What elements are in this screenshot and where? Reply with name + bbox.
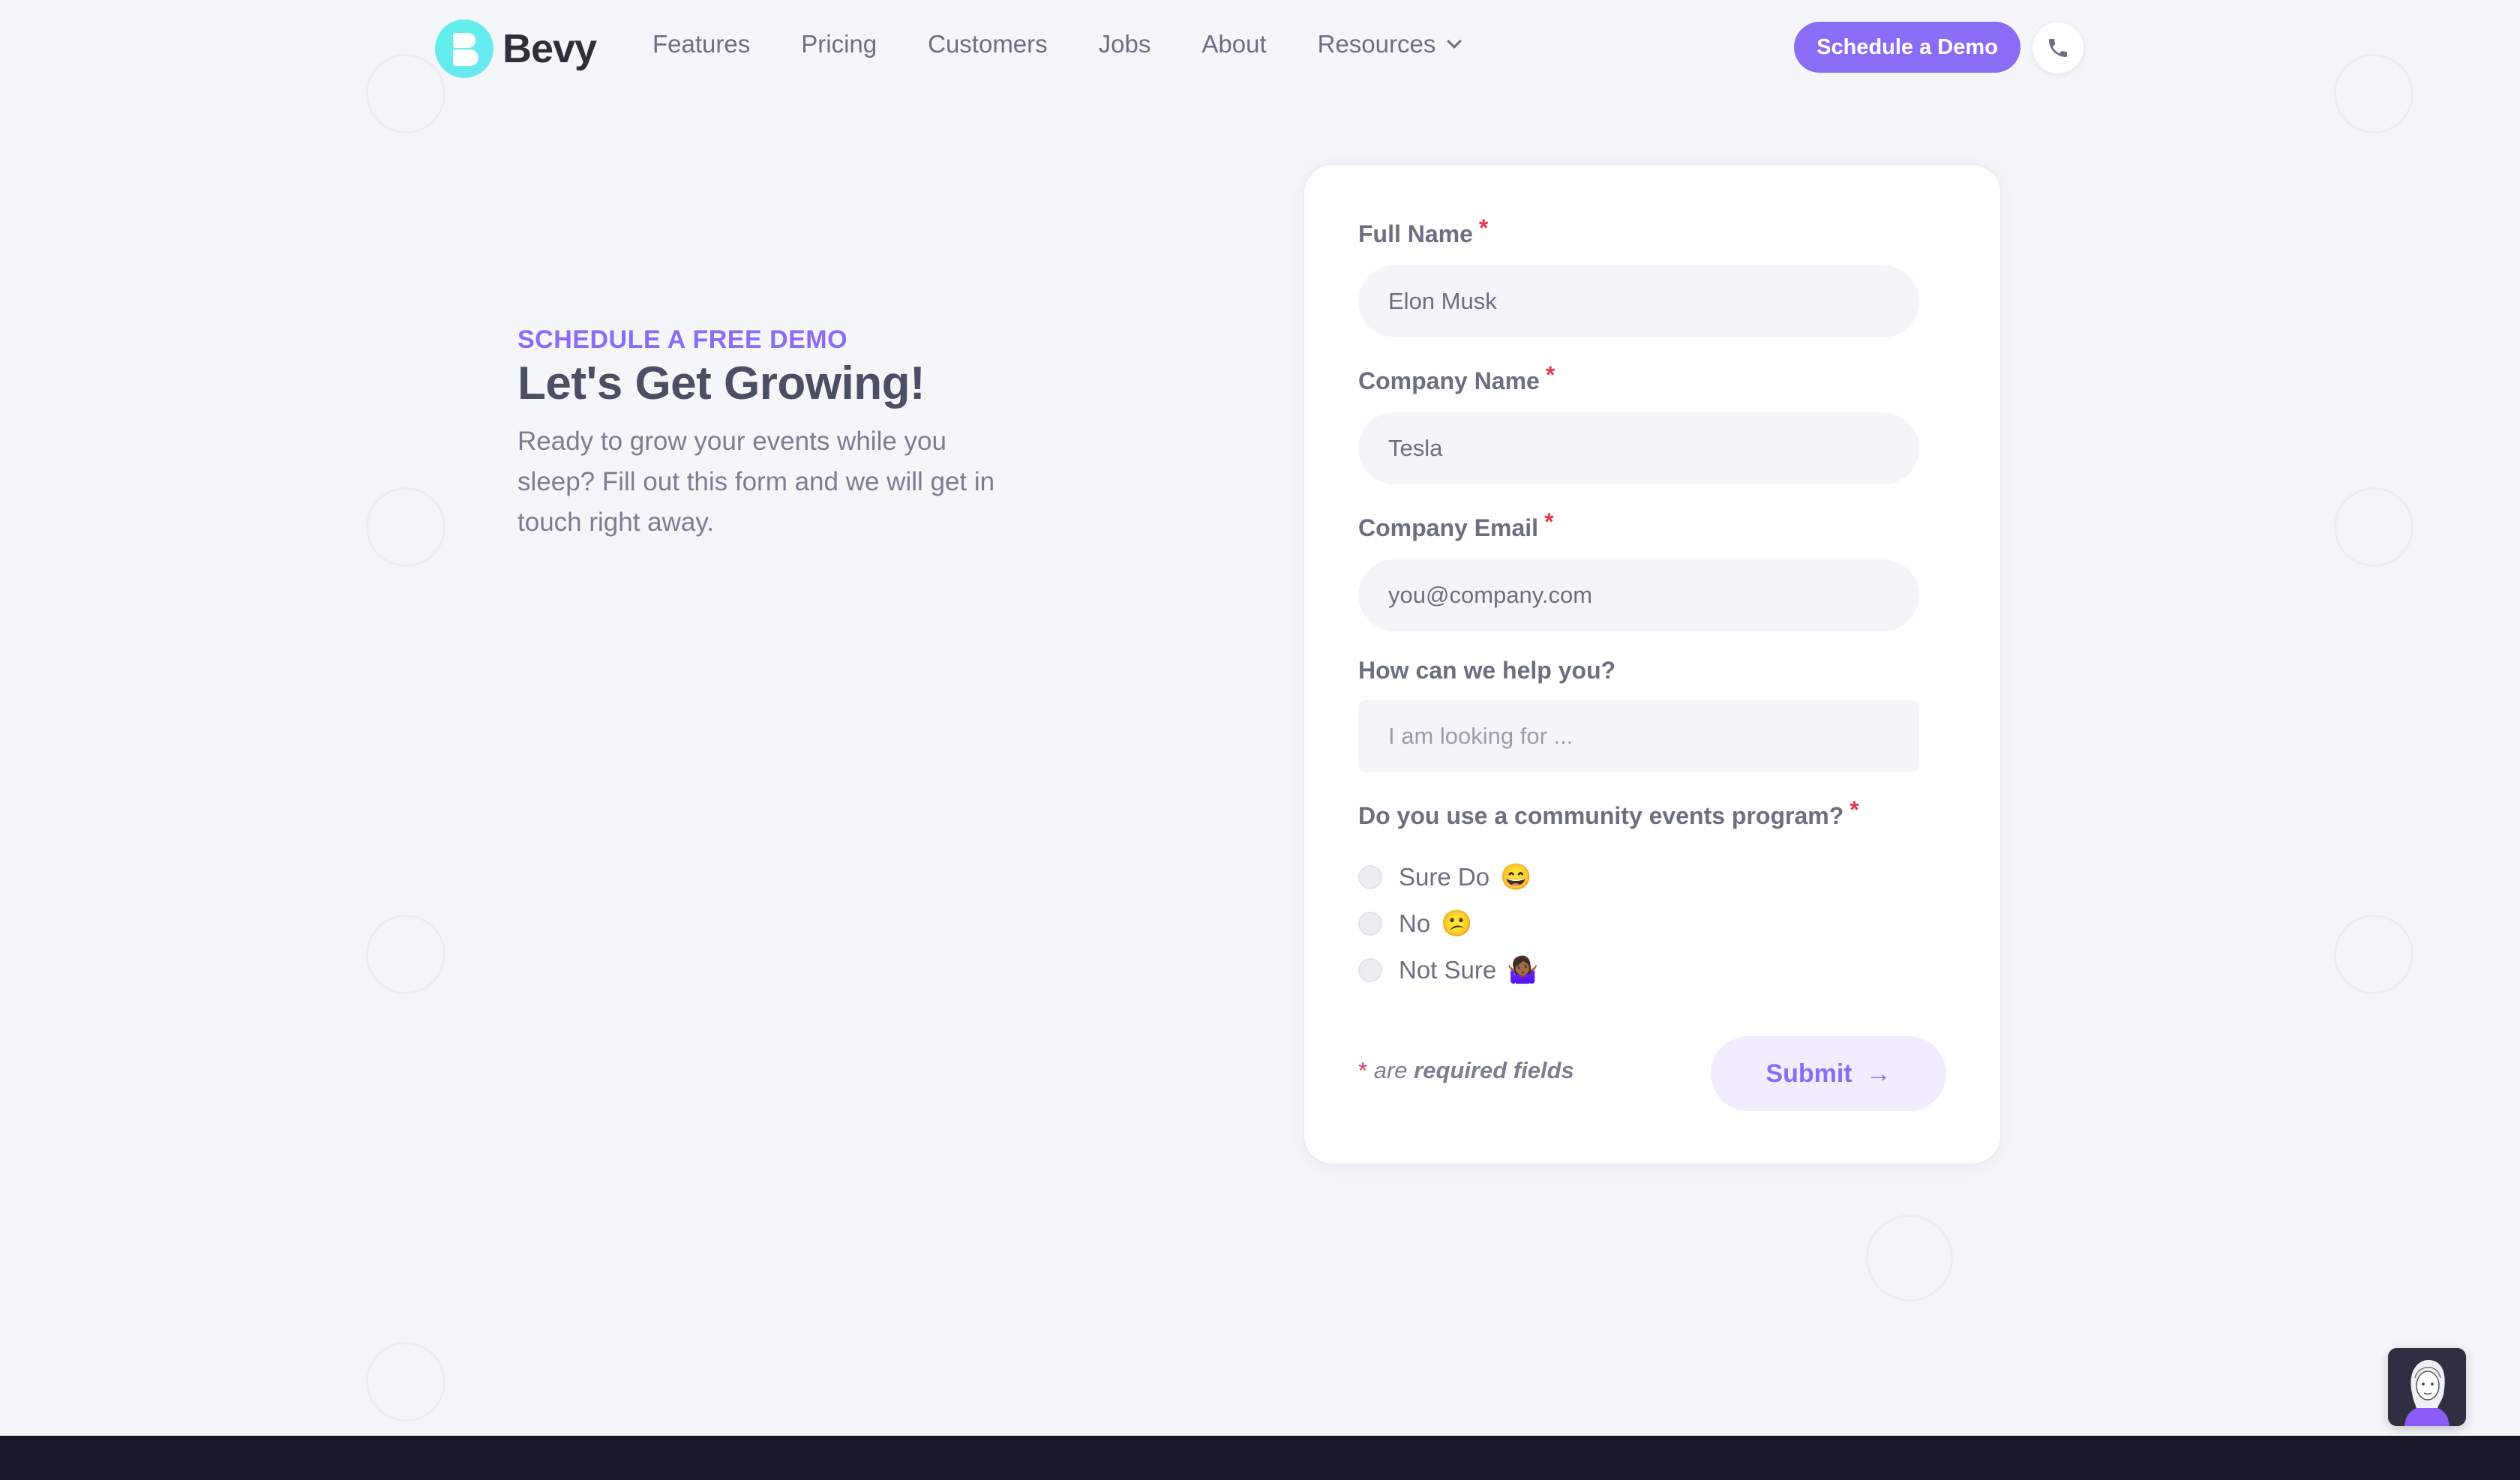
shrug-emoji-icon: 🤷🏾‍♀️ [1507,956,1539,984]
nav-link-pricing[interactable]: Pricing [801,30,877,58]
phone-button[interactable] [2032,22,2084,73]
chat-widget-button[interactable] [2388,1348,2466,1426]
confused-emoji-icon: 😕 [1441,909,1473,938]
full-name-input[interactable]: Elon Musk [1358,265,1919,337]
community-question-text: Do you use a community events program? [1358,802,1844,829]
radio-button[interactable] [1358,958,1382,982]
phone-icon [2049,39,2067,57]
demo-form-card: Full Name * Elon Musk Company Name * Tesla… [1303,163,2002,1165]
background-decoration [366,915,446,994]
radio-option-not-sure[interactable]: Not Sure 🤷🏾‍♀️ [1358,955,1539,985]
radio-option-sure-do[interactable]: Sure Do 😄 [1358,862,1532,892]
resources-label: Resources [1317,30,1436,58]
schedule-demo-button[interactable]: Schedule a Demo [1794,22,2020,73]
hero-subtext: Ready to grow your events while you slee… [518,427,995,537]
help-label: How can we help you? [1358,657,1616,684]
nav-link-features[interactable]: Features [652,30,750,58]
company-email-input[interactable]: you@company.com [1358,559,1919,631]
radio-button[interactable] [1358,912,1382,936]
radio-label: No [1399,909,1431,937]
required-marker: * [1544,508,1554,535]
nav-link-customers[interactable]: Customers [928,30,1048,58]
background-decoration [1866,1215,1953,1302]
company-email-label-text: Company Email [1358,514,1539,541]
hero-headline: Let's Get Growing! [518,358,926,409]
required-marker: * [1478,214,1489,241]
company-name-label-text: Company Name [1358,367,1540,394]
help-textarea[interactable]: I am looking for ... [1358,700,1919,772]
company-name-label: Company Name * [1358,361,1555,395]
required-marker: * [1358,1057,1368,1083]
brand-logo[interactable]: Bevy [435,19,597,78]
submit-button[interactable]: Submit → [1711,1036,1946,1111]
bevy-logo-icon [435,19,494,78]
background-decoration [2334,487,2414,567]
radio-label: Not Sure [1399,956,1497,984]
chevron-down-icon [1447,34,1462,49]
nav-links: Features Pricing Customers Jobs About Re… [652,30,1510,58]
required-fields-note: * are required fields [1358,1057,1574,1084]
note-required-fields: required fields [1414,1057,1574,1083]
grinning-emoji-icon: 😄 [1500,863,1532,891]
background-decoration [2334,915,2414,994]
brand-name: Bevy [502,26,597,71]
required-marker: * [1545,361,1556,388]
nav-link-about[interactable]: About [1202,30,1266,58]
submit-label: Submit [1766,1059,1852,1088]
company-name-input[interactable]: Tesla [1358,412,1919,484]
community-question-label: Do you use a community events program? * [1358,796,1859,830]
required-marker: * [1850,796,1859,823]
radio-option-no[interactable]: No 😕 [1358,909,1473,939]
background-decoration [366,1342,446,1422]
background-decoration [366,487,446,567]
arrow-right-icon: → [1865,1059,1892,1088]
nav-link-jobs[interactable]: Jobs [1099,30,1151,58]
company-email-label: Company Email * [1358,508,1554,542]
footer-bar [0,1436,2520,1480]
radio-label: Sure Do [1399,863,1490,891]
assistant-avatar-icon [2388,1348,2466,1426]
full-name-label: Full Name * [1358,214,1488,248]
top-navigation: Bevy Features Pricing Customers Jobs Abo… [0,0,2520,97]
radio-button[interactable] [1358,865,1382,889]
full-name-label-text: Full Name [1358,220,1473,247]
note-are: are [1373,1057,1408,1083]
nav-dropdown-resources[interactable]: Resources [1317,30,1462,58]
hero-eyebrow: SCHEDULE A FREE DEMO [518,325,848,354]
